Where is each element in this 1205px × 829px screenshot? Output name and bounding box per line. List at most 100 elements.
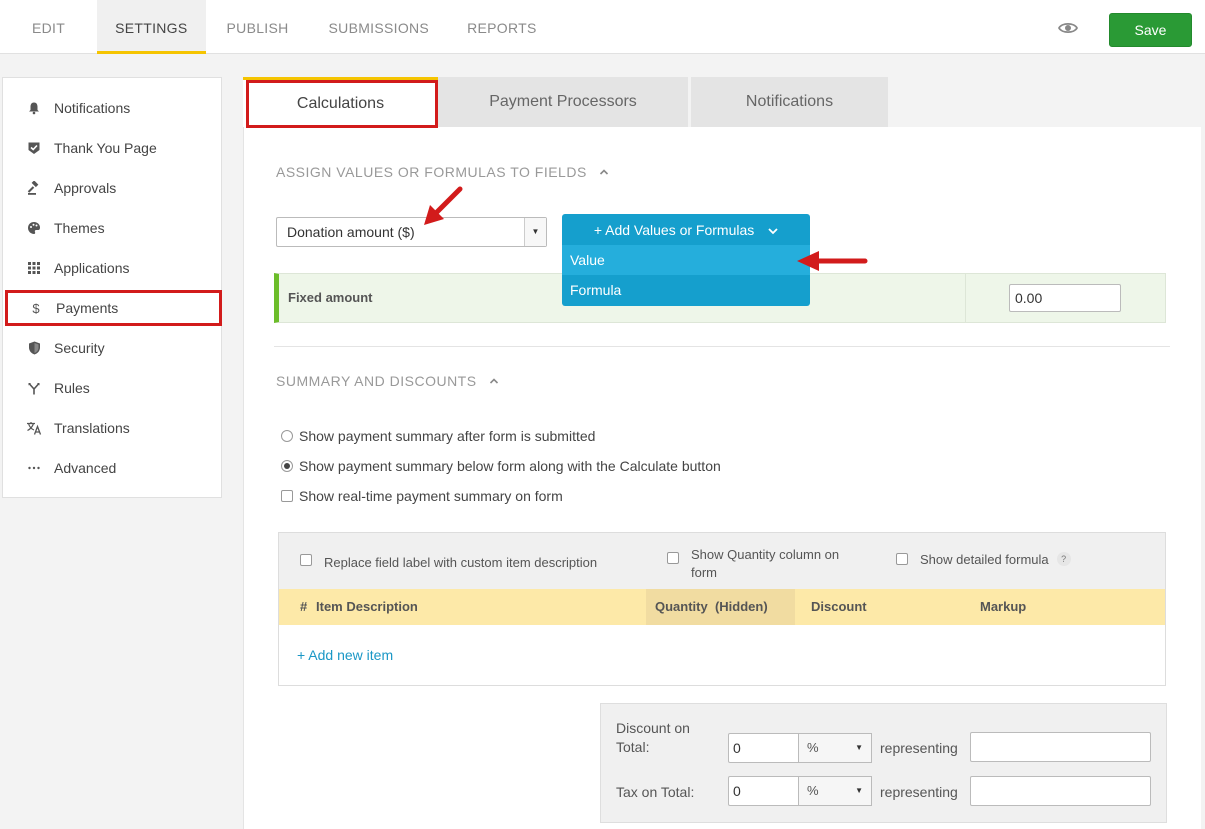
dropdown-option-formula[interactable]: Formula: [562, 275, 810, 305]
sidebar-item-label: Thank You Page: [54, 140, 157, 156]
sidebar-item-label: Themes: [54, 220, 105, 236]
tab-edit[interactable]: EDIT: [0, 0, 97, 54]
gavel-icon: [25, 179, 43, 197]
summary-option-realtime[interactable]: Show real-time payment summary on form: [281, 488, 563, 504]
sidebar-item-payments[interactable]: $ Payments: [5, 290, 222, 326]
sidebar-item-applications[interactable]: Applications: [3, 248, 221, 288]
sidebar-item-rules[interactable]: Rules: [3, 368, 221, 408]
sidebar-item-notifications[interactable]: Notifications: [3, 88, 221, 128]
summary-option-below-form[interactable]: Show payment summary below form along wi…: [281, 458, 721, 474]
ellipsis-icon: [25, 459, 43, 477]
tab-calculations[interactable]: Calculations: [243, 77, 438, 127]
bell-icon: [25, 99, 43, 117]
table-options-bar: Replace field label with custom item des…: [279, 533, 1165, 589]
top-bar: EDIT SETTINGS PUBLISH SUBMISSIONS REPORT…: [0, 0, 1205, 54]
tax-unit-select[interactable]: % ▼: [798, 776, 872, 806]
checkbox[interactable]: [896, 553, 908, 565]
summary-option-after-submit[interactable]: Show payment summary after form is submi…: [281, 428, 595, 444]
section-title: SUMMARY AND DISCOUNTS: [276, 373, 477, 389]
sidebar-item-security[interactable]: Security: [3, 328, 221, 368]
add-button-label: + Add Values or Formulas: [593, 222, 755, 238]
fixed-amount-label: Fixed amount: [288, 290, 373, 305]
dollar-icon: $: [32, 300, 40, 316]
shield-icon: [25, 339, 43, 357]
option-label-line: form: [691, 565, 717, 580]
discount-unit-select[interactable]: % ▼: [798, 733, 872, 763]
settings-sidebar: Notifications Thank You Page Approvals T…: [2, 77, 222, 498]
option-label: Show payment summary after form is submi…: [299, 428, 596, 444]
sidebar-item-advanced[interactable]: Advanced: [3, 448, 221, 488]
option-label-line: Show Quantity column on: [691, 547, 840, 562]
option-label: Show payment summary below form along wi…: [299, 458, 721, 474]
sidebar-item-label: Security: [54, 340, 105, 356]
sidebar-item-label: Approvals: [54, 180, 117, 196]
sidebar-item-label: Rules: [54, 380, 90, 396]
checkbox[interactable]: [281, 490, 293, 502]
chevron-down-icon: [768, 228, 778, 235]
add-values-formulas-button[interactable]: + Add Values or Formulas: [562, 214, 810, 246]
radio-button[interactable]: [281, 460, 293, 472]
discount-on-total-label: Discount on Total:: [616, 719, 690, 757]
add-new-item-link[interactable]: + Add new item: [297, 647, 393, 663]
option-label: Show real-time payment summary on form: [299, 488, 563, 504]
chevron-up-icon: [489, 378, 498, 384]
badge-check-icon: [25, 139, 43, 157]
sidebar-item-approvals[interactable]: Approvals: [3, 168, 221, 208]
help-icon[interactable]: ?: [1056, 552, 1071, 566]
col-markup: Markup: [980, 599, 1027, 614]
label-line: Total:: [616, 739, 650, 755]
discount-representing-input[interactable]: [970, 732, 1151, 762]
col-discount: Discount: [811, 599, 867, 614]
sidebar-item-label: Translations: [54, 420, 130, 436]
sidebar-item-label: Applications: [54, 260, 130, 276]
fork-icon: [25, 379, 43, 397]
tab-settings[interactable]: SETTINGS: [97, 0, 206, 54]
caret-down-icon: ▼: [855, 743, 863, 752]
sidebar-item-translations[interactable]: Translations: [3, 408, 221, 448]
sidebar-item-label: Advanced: [54, 460, 117, 476]
radio-button[interactable]: [281, 430, 293, 442]
select-value: %: [807, 740, 819, 755]
sidebar-item-themes[interactable]: Themes: [3, 208, 221, 248]
select-value: %: [807, 783, 819, 798]
replace-label-option[interactable]: Replace field label with custom item des…: [300, 553, 597, 570]
divider: [274, 346, 1170, 347]
tab-reports[interactable]: REPORTS: [448, 0, 556, 54]
show-formula-option[interactable]: Show detailed formula ?: [896, 552, 1071, 567]
tab-publish[interactable]: PUBLISH: [206, 0, 310, 54]
discount-value-input[interactable]: 0: [728, 733, 800, 763]
field-select[interactable]: Donation amount ($) ▼: [276, 217, 547, 247]
chevron-up-icon: [599, 169, 608, 175]
checkbox[interactable]: [667, 552, 679, 564]
tab-submissions[interactable]: SUBMISSIONS: [310, 0, 449, 54]
show-quantity-option[interactable]: Show Quantity column on form: [667, 546, 839, 582]
translate-icon: [25, 419, 43, 437]
sidebar-item-thank-you-page[interactable]: Thank You Page: [3, 128, 221, 168]
divider: [965, 274, 966, 322]
representing-label: representing: [880, 784, 958, 800]
tab-payment-processors[interactable]: Payment Processors: [438, 77, 688, 127]
option-label: Replace field label with custom item des…: [324, 555, 598, 570]
fixed-amount-input[interactable]: 0.00: [1009, 284, 1121, 312]
summary-section-header[interactable]: SUMMARY AND DISCOUNTS: [276, 373, 499, 389]
option-label: Show detailed formula: [920, 552, 1049, 567]
col-hash: #: [300, 599, 308, 614]
save-button[interactable]: Save: [1109, 13, 1192, 47]
col-quantity: Quantity (Hidden): [655, 599, 768, 614]
palette-icon: [25, 219, 43, 237]
caret-down-icon: ▼: [524, 218, 546, 246]
tax-on-total-label: Tax on Total:: [616, 784, 695, 800]
representing-label: representing: [880, 740, 958, 756]
dropdown-option-value[interactable]: Value: [562, 245, 810, 275]
col-item-description: Item Description: [316, 599, 418, 614]
preview-eye-icon[interactable]: [1058, 21, 1078, 35]
grid-icon: [25, 259, 43, 277]
caret-down-icon: ▼: [855, 786, 863, 795]
tab-notifications[interactable]: Notifications: [691, 77, 888, 127]
sidebar-item-label: Payments: [56, 300, 119, 316]
tax-representing-input[interactable]: [970, 776, 1151, 806]
assign-values-section-header[interactable]: ASSIGN VALUES OR FORMULAS TO FIELDS: [276, 164, 609, 180]
checkbox[interactable]: [300, 554, 312, 566]
tax-value-input[interactable]: 0: [728, 776, 800, 806]
label-line: Discount on: [616, 720, 690, 736]
